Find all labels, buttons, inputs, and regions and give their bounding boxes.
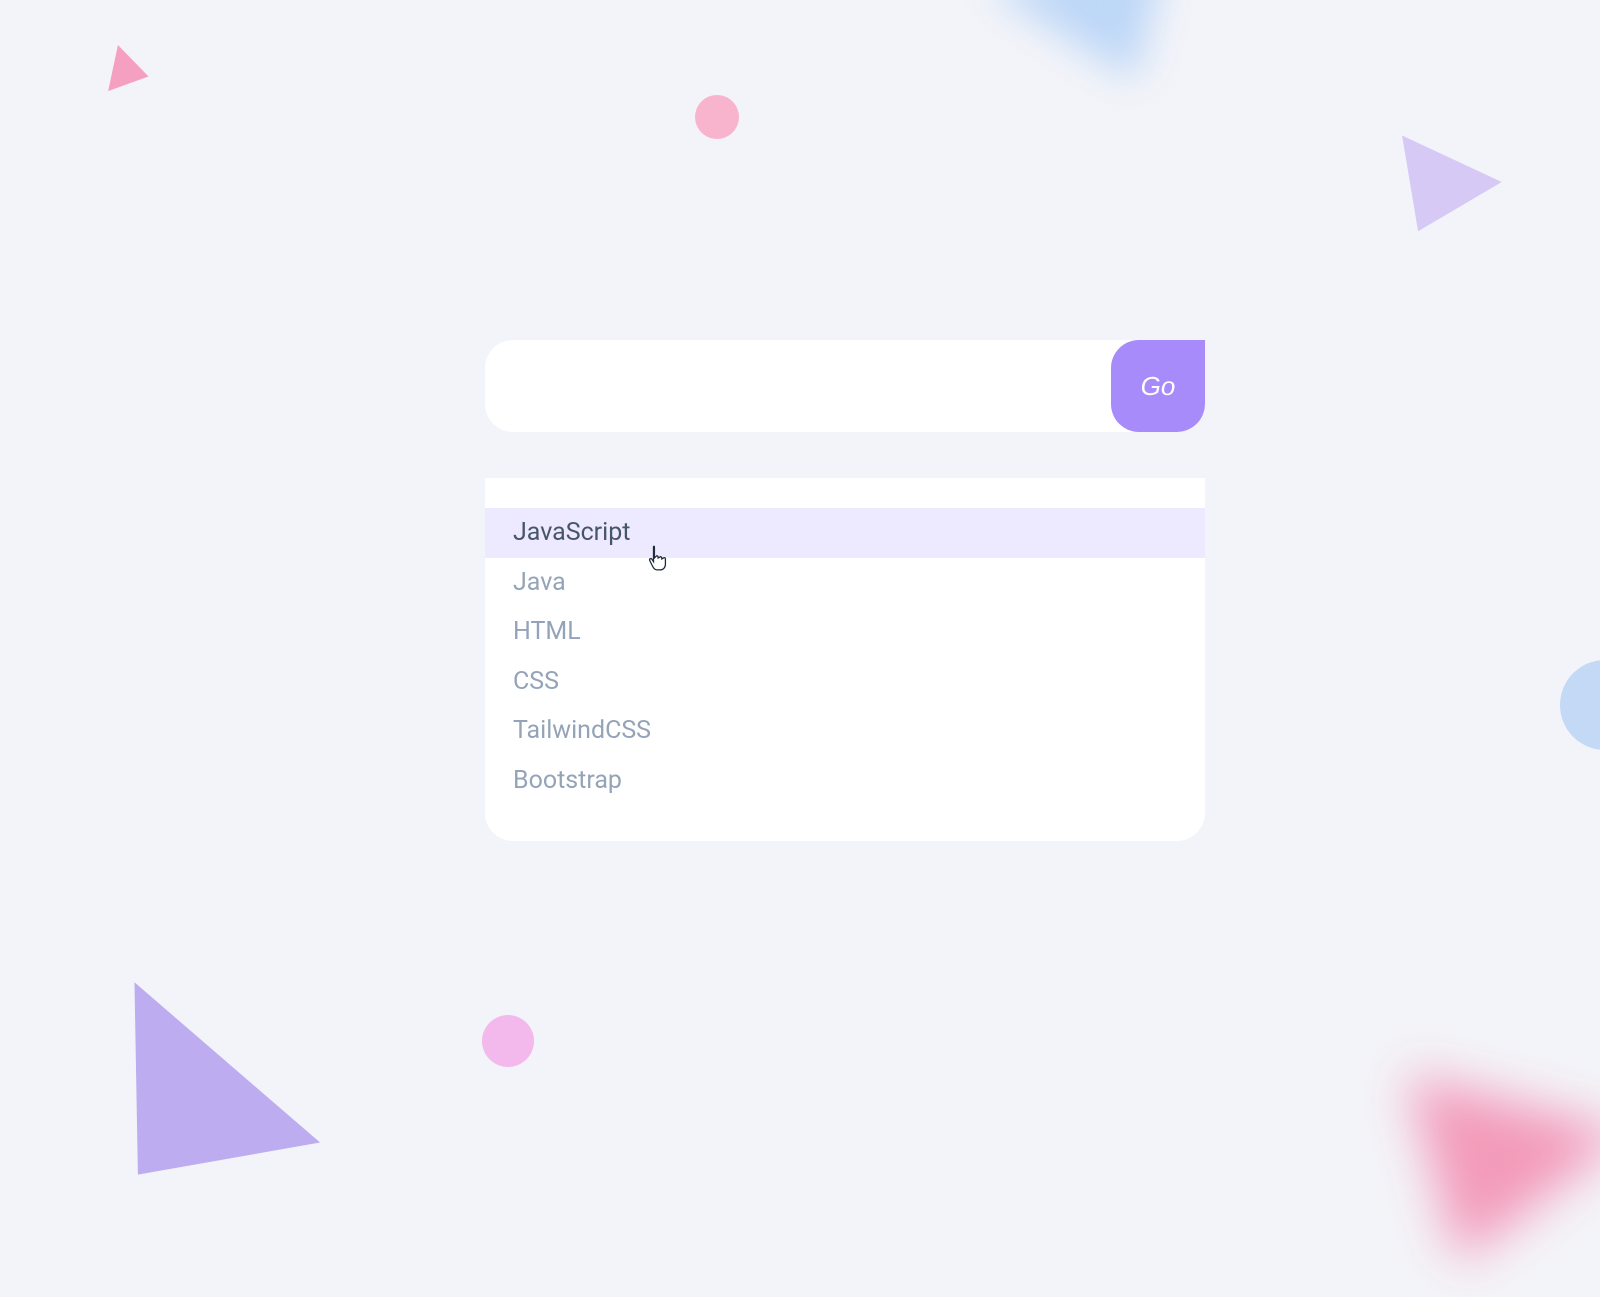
suggestion-item-javascript[interactable]: JavaScript <box>485 508 1205 558</box>
search-widget: Go JavaScript Java HTML CSS TailwindCSS … <box>485 340 1205 841</box>
decorative-circle-magenta <box>482 1015 534 1067</box>
suggestion-item-java[interactable]: Java <box>485 558 1205 608</box>
suggestion-item-bootstrap[interactable]: Bootstrap <box>485 756 1205 806</box>
decorative-triangle-pink-blur <box>1362 1073 1600 1297</box>
decorative-triangle-lavender <box>1368 136 1502 255</box>
suggestions-dropdown: JavaScript Java HTML CSS TailwindCSS Boo… <box>485 478 1205 841</box>
decorative-triangle-blue-blur <box>986 0 1203 112</box>
suggestion-item-css[interactable]: CSS <box>485 657 1205 707</box>
decorative-triangle-pink <box>94 39 148 91</box>
search-input[interactable] <box>485 340 1111 432</box>
decorative-triangle-lavender-large <box>105 955 320 1174</box>
suggestion-item-html[interactable]: HTML <box>485 607 1205 657</box>
decorative-circle-pink <box>695 95 739 139</box>
decorative-circle-blue <box>1560 660 1600 750</box>
go-button[interactable]: Go <box>1111 340 1205 432</box>
search-bar: Go <box>485 340 1205 432</box>
suggestion-item-tailwindcss[interactable]: TailwindCSS <box>485 706 1205 756</box>
